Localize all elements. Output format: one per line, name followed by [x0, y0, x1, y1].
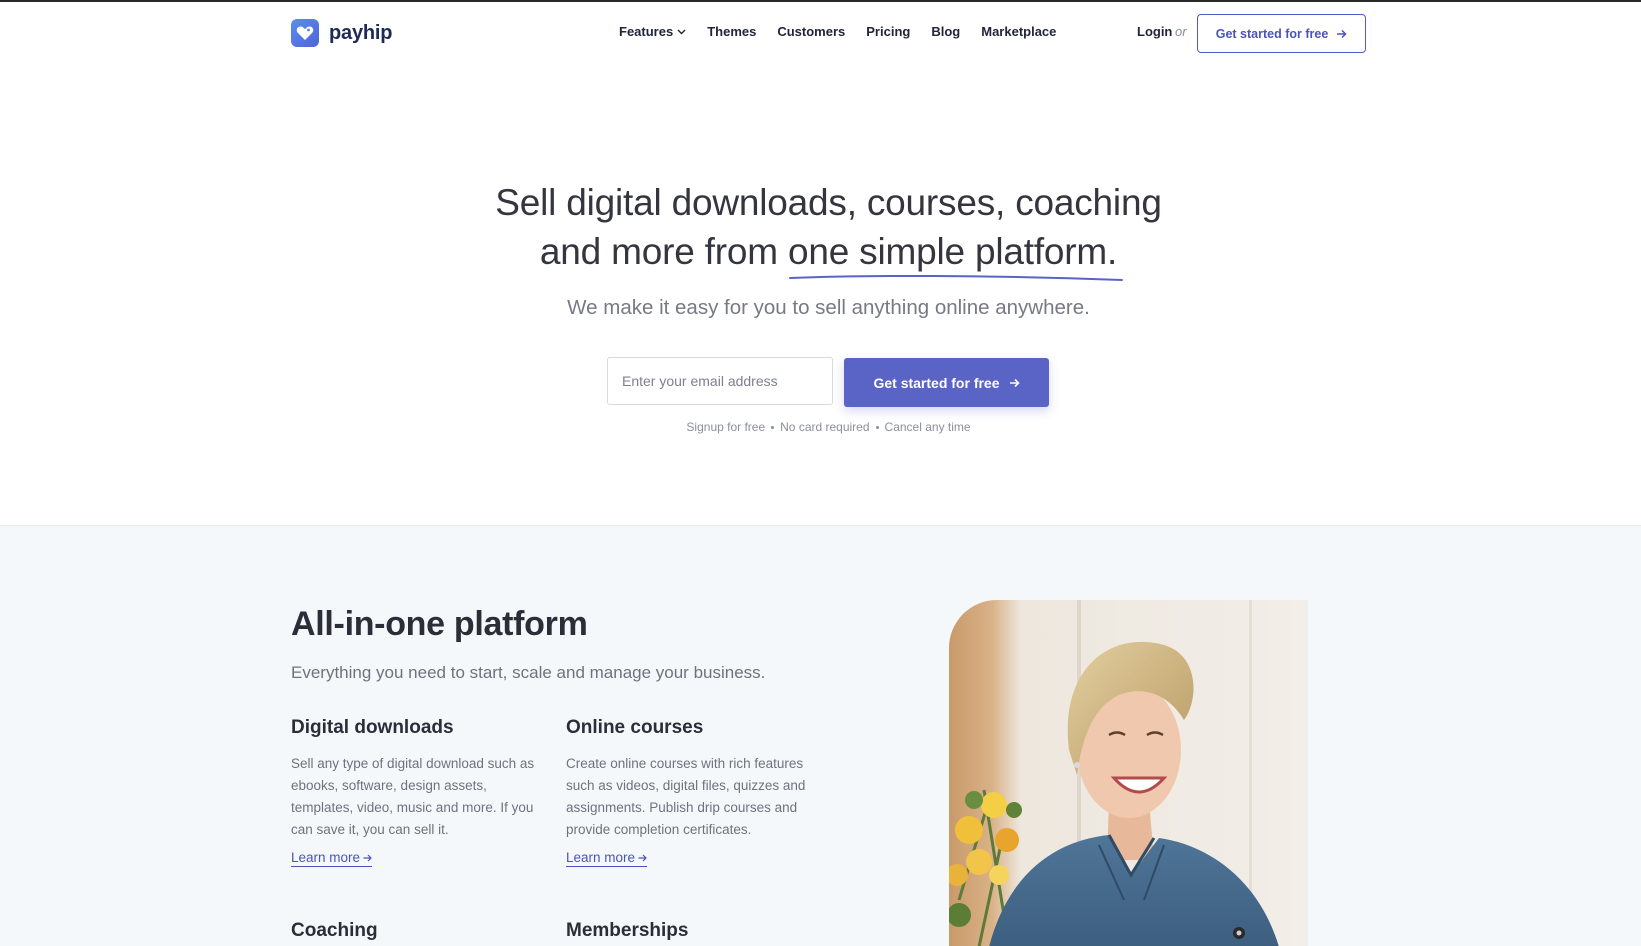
all-in-one-section: All-in-one platform Everything you need …: [0, 525, 1641, 946]
logo-wordmark: payhip: [329, 21, 393, 44]
email-input[interactable]: [607, 357, 833, 405]
hero-title-line-2: and more from one simple platform.: [539, 227, 1123, 281]
hero-title-prefix: and more from: [539, 231, 788, 272]
nav-item-blog[interactable]: Blog: [931, 24, 960, 39]
hero-title: Sell digital downloads, courses, coachin…: [0, 178, 1641, 281]
arrow-right-icon: [1009, 378, 1020, 387]
bullet-separator: [771, 425, 775, 429]
learn-more-link[interactable]: Learn more: [566, 850, 648, 867]
section-title: All-in-one platform: [291, 605, 588, 643]
feature-digital-downloads: Digital downloads Sell any type of digit…: [291, 717, 541, 867]
nav-item-label: Pricing: [866, 24, 911, 39]
heart-tag-icon: [291, 19, 319, 47]
hero-title-suffix: .: [1107, 231, 1118, 272]
fineprint-item: No card required: [780, 420, 870, 434]
hero-subtitle: We make it easy for you to sell anything…: [567, 296, 1090, 319]
arrow-right-icon: [1337, 29, 1347, 38]
section-subtitle: Everything you need to start, scale and …: [291, 663, 766, 682]
learn-more-link[interactable]: Learn more: [291, 850, 373, 867]
signup-fineprint: Signup for free No card required Cancel …: [0, 420, 1641, 434]
hero-get-started-button[interactable]: Get started for free: [844, 358, 1049, 407]
link-label: Learn more: [291, 850, 361, 865]
link-label: Learn more: [566, 850, 636, 865]
button-label: Get started for free: [873, 374, 1000, 391]
hero-highlight-text: one simple platform: [787, 231, 1108, 272]
nav-item-features[interactable]: Features: [619, 24, 686, 39]
logo[interactable]: payhip: [291, 19, 392, 47]
feature-description: Sell any type of digital download such a…: [291, 756, 535, 837]
nav-item-customers[interactable]: Customers: [777, 24, 845, 39]
feature-title: Online courses: [566, 717, 704, 738]
hero-title-line-1: Sell digital downloads, courses, coachin…: [495, 182, 1162, 223]
nav-item-label: Features: [619, 24, 674, 39]
hero-title-highlight: one simple platform: [787, 227, 1123, 281]
feature-description: Create online courses with rich features…: [566, 756, 806, 837]
nav-item-label: Marketplace: [981, 24, 1057, 39]
feature-title: Digital downloads: [291, 717, 454, 738]
feature-coaching: Coaching: [291, 920, 541, 946]
nav-item-label: Customers: [777, 24, 846, 39]
button-label: Get started for free: [1215, 26, 1329, 41]
arrow-right-icon: [638, 854, 647, 861]
fineprint-item: Signup for free: [686, 420, 766, 434]
feature-title: Memberships: [566, 920, 689, 941]
nav-item-label: Blog: [931, 24, 961, 39]
nav-get-started-button[interactable]: Get started for free: [1197, 14, 1366, 53]
top-navigation: payhip Features Themes Customers Pricing…: [0, 2, 1641, 62]
nav-item-label: Themes: [707, 24, 757, 39]
login-link[interactable]: Login: [1137, 24, 1172, 39]
chevron-down-icon: [677, 29, 686, 34]
nav-item-themes[interactable]: Themes: [707, 24, 756, 39]
feature-title: Coaching: [291, 920, 378, 941]
chef-photo-illustration: [949, 600, 1308, 946]
hero-photo-chef: [949, 600, 1308, 946]
fineprint-item: Cancel any time: [884, 420, 971, 434]
bullet-separator: [875, 425, 879, 429]
or-separator: or: [1175, 24, 1187, 39]
underline-squiggle: [788, 274, 1123, 281]
feature-online-courses: Online courses Create online courses wit…: [566, 717, 816, 867]
main-menu: Features Themes Customers Pricing Blog M…: [619, 24, 1056, 39]
nav-item-pricing[interactable]: Pricing: [866, 24, 910, 39]
nav-item-marketplace[interactable]: Marketplace: [981, 24, 1056, 39]
arrow-right-icon: [363, 854, 372, 861]
feature-memberships: Memberships: [566, 920, 816, 946]
